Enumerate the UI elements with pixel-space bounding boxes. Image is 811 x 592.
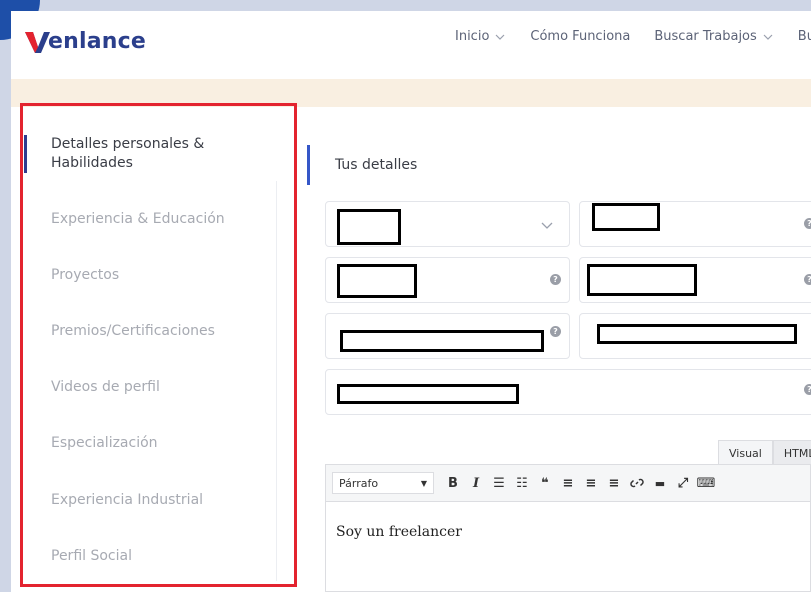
select-field-1[interactable]	[325, 201, 570, 247]
nav-label: Cómo Funciona	[530, 29, 631, 44]
redacted-value	[587, 264, 697, 296]
nav-label: Inicio	[455, 29, 490, 44]
chevron-down-icon	[495, 34, 505, 40]
top-header: enlance Inicio Cómo Funciona Buscar Trab…	[11, 11, 811, 79]
redacted-value	[592, 203, 660, 231]
link-icon[interactable]	[626, 472, 648, 494]
fullscreen-icon[interactable]: ⤢	[672, 472, 694, 494]
tab-html[interactable]: HTML	[772, 440, 811, 466]
italic-icon[interactable]: I	[465, 472, 487, 494]
editor-content[interactable]: Soy un freelancer	[325, 502, 811, 592]
editor-text: Soy un freelancer	[336, 524, 462, 540]
nav-item-como-funciona[interactable]: Cómo Funciona	[530, 29, 630, 44]
main-nav: Inicio Cómo Funciona Buscar Trabajos Bu	[455, 29, 811, 44]
nav-item-inicio[interactable]: Inicio	[455, 29, 506, 44]
keyboard-icon[interactable]: ⌨	[695, 472, 717, 494]
editor-tabs: Visual HTML	[718, 440, 811, 466]
chevron-down-icon	[763, 34, 773, 40]
blockquote-icon[interactable]: ❝	[534, 472, 556, 494]
input-field-4[interactable]: ?	[579, 257, 811, 303]
details-form: Tus detalles ? ? ? ?	[307, 119, 811, 592]
input-field-7[interactable]: ?	[325, 369, 811, 415]
section-title: Tus detalles	[307, 145, 417, 185]
nav-item-buscar-trabajos[interactable]: Buscar Trabajos	[654, 29, 773, 44]
highlight-annotation-box	[20, 103, 297, 587]
align-center-icon[interactable]: ≡	[580, 472, 602, 494]
help-icon[interactable]: ?	[550, 274, 561, 285]
redacted-value	[597, 324, 797, 344]
bullet-list-icon[interactable]: ☰	[488, 472, 510, 494]
input-field-6[interactable]	[579, 313, 811, 359]
tab-visual[interactable]: Visual	[718, 440, 773, 466]
redacted-value	[337, 384, 519, 404]
venlance-logo[interactable]: enlance	[23, 29, 146, 55]
nav-item-truncated[interactable]: Bu	[798, 29, 811, 44]
input-field-3[interactable]: ?	[325, 257, 570, 303]
format-select-value: Párrafo	[339, 476, 379, 490]
help-icon[interactable]: ?	[550, 326, 561, 337]
bold-icon[interactable]: B	[442, 472, 464, 494]
caret-down-icon: ▼	[420, 478, 427, 488]
align-right-icon[interactable]: ≡	[603, 472, 625, 494]
numbered-list-icon[interactable]: ☷	[511, 472, 533, 494]
help-icon[interactable]: ?	[804, 384, 811, 395]
section-title-text: Tus detalles	[335, 157, 418, 173]
align-left-icon[interactable]: ≡	[557, 472, 579, 494]
format-select[interactable]: Párrafo ▼	[332, 472, 434, 494]
input-field-5[interactable]: ?	[325, 313, 570, 359]
page: enlance Inicio Cómo Funciona Buscar Trab…	[11, 11, 811, 592]
link-icon-svg	[630, 478, 644, 488]
nav-label: Buscar Trabajos	[654, 29, 757, 44]
redacted-value	[337, 209, 401, 245]
redacted-value	[340, 330, 544, 352]
logo-text: enlance	[48, 29, 146, 54]
redacted-value	[337, 264, 417, 298]
help-icon[interactable]: ?	[804, 274, 811, 285]
nav-label: Bu	[797, 29, 811, 44]
help-icon[interactable]: ?	[804, 218, 811, 229]
logo-v-icon	[25, 32, 50, 53]
editor-toolbar: Párrafo ▼ B I ☰ ☷ ❝ ≡ ≡ ≡ ▬ ⤢ ⌨	[325, 464, 811, 502]
input-field-2[interactable]: ?	[579, 201, 811, 247]
read-more-icon[interactable]: ▬	[649, 472, 671, 494]
chevron-down-icon	[541, 222, 553, 229]
